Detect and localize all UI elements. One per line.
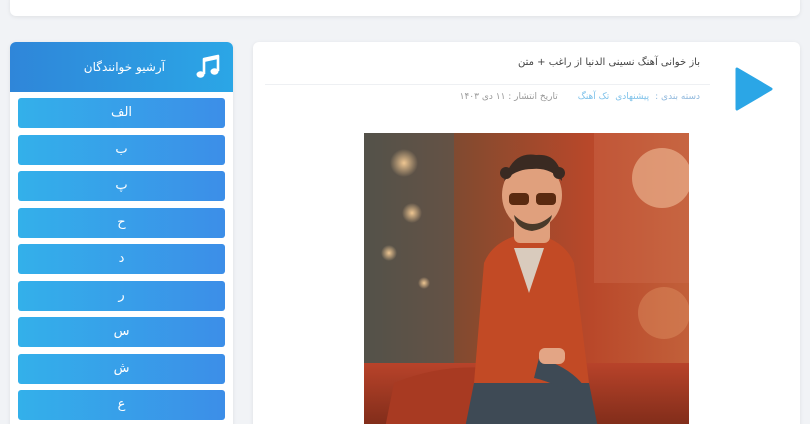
post-card: باز خوانی آهنگ نسینی الدنیا از راغب + مت…	[253, 42, 800, 424]
letter-alef-button[interactable]: الف	[18, 98, 225, 128]
category-link-single[interactable]: تک آهنگ	[578, 92, 609, 102]
letter-be-button[interactable]: ب	[18, 134, 225, 165]
post-title[interactable]: باز خوانی آهنگ نسینی الدنیا از راغب + مت…	[518, 57, 700, 68]
category-link-suggested[interactable]: پیشنهادی	[615, 92, 649, 102]
sidebar-title: آرشیو خوانندگان	[83, 60, 165, 74]
letter-sin-button[interactable]: س	[18, 317, 225, 347]
post-meta: دسته بندی : پیشنهادی تک آهنگ تاریخ انتشا…	[460, 92, 700, 102]
top-bar	[10, 0, 800, 16]
letter-list: الف ب پ ح د ر س ش ع	[10, 92, 233, 420]
letter-dal-button[interactable]: د	[18, 244, 225, 274]
singer-archive-sidebar: آرشیو خوانندگان الف ب پ ح د ر س ش ع	[10, 42, 233, 424]
letter-he-button[interactable]: ح	[18, 207, 225, 238]
letter-pe-button[interactable]: پ	[18, 171, 225, 201]
song-cover-image	[364, 133, 689, 424]
publish-date: تاریخ انتشار : ۱۱ دی ۱۴۰۳	[459, 92, 558, 102]
sidebar-header: آرشیو خوانندگان	[10, 42, 233, 92]
letter-re-button[interactable]: ر	[18, 280, 225, 311]
title-divider	[265, 84, 710, 85]
music-note-icon	[193, 52, 223, 82]
letter-ein-button[interactable]: ع	[18, 390, 225, 420]
play-icon[interactable]	[734, 66, 774, 112]
letter-shin-button[interactable]: ش	[18, 353, 225, 384]
category-label: دسته بندی :	[655, 92, 700, 102]
